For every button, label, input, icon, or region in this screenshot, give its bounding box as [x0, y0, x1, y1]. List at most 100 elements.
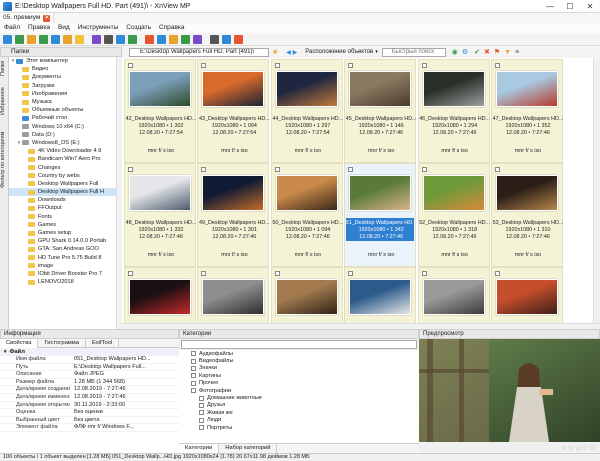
property-row[interactable]: Описание Файл JPEG	[0, 371, 179, 379]
thumbnail-checkbox[interactable]	[421, 167, 427, 172]
tree-node[interactable]: HD Tune Pro 5.75 Build 8	[9, 254, 121, 262]
thumbnail-checkbox[interactable]	[495, 167, 500, 172]
thumbnail-item[interactable]: 50_Desktop Wallpapers HD... 1920x1080 • 1…	[270, 163, 343, 267]
property-row[interactable]: Дата/время изменения 12.08.2019 - 7:27:46	[0, 394, 179, 402]
thumbnail-vertical-scrollbar[interactable]	[593, 58, 600, 323]
menu-create[interactable]: Создать	[122, 23, 155, 33]
tab-categories[interactable]: Категории	[179, 444, 220, 453]
property-row[interactable]: Размер файла 1.28 МБ (1 344 568)	[0, 379, 179, 387]
category-checkbox[interactable]	[199, 395, 204, 401]
category-item[interactable]: Прочее	[179, 380, 419, 387]
side-tab-category-filter[interactable]: Фильтр по категориям	[0, 125, 9, 195]
tab-exiftool[interactable]: ExifTool	[86, 338, 120, 348]
thumbnail-checkbox[interactable]	[348, 167, 354, 172]
category-checkbox[interactable]	[199, 425, 204, 431]
delete-icon[interactable]: ✖	[484, 48, 490, 56]
thumbnail-item[interactable]: 54_Desktop Wallpapers HD...1920x1080 • 1…	[124, 267, 196, 323]
tab-properties[interactable]: Свойства	[0, 338, 39, 348]
menu-tools[interactable]: Инструменты	[74, 23, 123, 33]
category-checkbox[interactable]	[199, 402, 204, 408]
category-checkbox[interactable]	[199, 417, 204, 423]
tree-node[interactable]: Bandicam Win7 Aero Pro	[9, 155, 121, 163]
thumbnail-item[interactable]: 49_Desktop Wallpapers HD... 1920x1080 • 1…	[197, 163, 270, 267]
thumbnail-item[interactable]: 48_Desktop Wallpapers HD... 1920x1080 • 1…	[124, 163, 196, 267]
back-icon[interactable]	[39, 34, 48, 44]
tree-node[interactable]: Рабочий стол	[9, 114, 121, 122]
tag-icon[interactable]	[193, 34, 202, 44]
rating-stars[interactable]: ☆☆☆☆☆	[510, 443, 600, 452]
thumbnail-checkbox[interactable]	[274, 167, 280, 172]
tree-node[interactable]: Games setup	[9, 229, 121, 237]
menu-file[interactable]: Файл	[0, 23, 24, 33]
favorite-star-icon[interactable]: ★	[272, 48, 278, 56]
home-icon[interactable]	[3, 34, 12, 44]
tools-icon[interactable]	[234, 34, 243, 44]
categories-search-input[interactable]	[181, 340, 417, 349]
property-row[interactable]: Имя файла 051_Desktop Wallpapers HD...	[0, 356, 179, 364]
tree-node[interactable]: Desktop Wallpapers Full H	[9, 188, 121, 197]
tree-node[interactable]: Видео	[9, 65, 121, 73]
category-item[interactable]: Люди	[179, 417, 419, 424]
thumbnail-item[interactable]: 59_Desktop Wallpapers HD...1920x1080 • 1…	[491, 267, 563, 323]
nav-arrows-icon[interactable]: ◀ ▶	[286, 49, 297, 56]
close-tab-icon[interactable]: ✕	[43, 14, 51, 22]
path-input[interactable]: E:\Desktop Wallpapers Full HD. Part (491…	[129, 47, 269, 57]
thumbnail-item[interactable]: 47_Desktop Wallpapers HD... 1920x1080 • 1…	[491, 59, 563, 163]
category-item[interactable]: Видеофайлы	[179, 357, 419, 364]
checkmark-icon[interactable]: ✔	[474, 48, 480, 56]
category-item[interactable]: Портреты	[179, 424, 419, 431]
thumbnail-checkbox[interactable]	[348, 63, 354, 68]
category-checkbox[interactable]	[191, 388, 196, 394]
property-row[interactable]: Путь E:\Desktop Wallpapers Full...	[0, 364, 179, 372]
filter-icon[interactable]: ▼	[504, 49, 511, 56]
tree-node[interactable]: Объемные объекты	[9, 106, 121, 114]
tree-node[interactable]: ▾ Этот компьютер	[9, 57, 121, 65]
tree-node[interactable]: 4K Video Downloader 4.9	[9, 147, 121, 155]
category-item[interactable]: Аудиофайлы	[179, 350, 419, 357]
property-row[interactable]: Элемент файла ФЛФ rmr f/ Windows F...	[0, 424, 179, 432]
settings-icon[interactable]: ⚙	[462, 48, 468, 56]
category-checkbox[interactable]	[191, 380, 196, 386]
tree-node[interactable]: FFOutput	[9, 204, 121, 212]
tree-node[interactable]: Desktop Wallpapers Full	[9, 180, 121, 188]
category-item[interactable]: Картины	[179, 372, 419, 379]
tree-node[interactable]: Fonts	[9, 213, 121, 221]
tree-node[interactable]: ▾ Windows8_OS (E:)	[9, 139, 121, 147]
tree-node[interactable]: Games	[9, 221, 121, 229]
thumbnail-item[interactable]: 52_Desktop Wallpapers HD... 1920x1080 • 1…	[417, 163, 490, 267]
category-item[interactable]: Живая же	[179, 409, 419, 416]
tree-node[interactable]: Changes	[9, 163, 121, 171]
thumbnail-checkbox[interactable]	[421, 63, 427, 68]
tree-node[interactable]: Изображения	[9, 90, 121, 98]
section-file[interactable]: ▾ Файл	[0, 348, 179, 356]
tree-node[interactable]: LENOVO2018	[9, 278, 121, 286]
category-checkbox[interactable]	[191, 373, 196, 379]
tree-node[interactable]: Документы	[9, 73, 121, 81]
category-item[interactable]: Значки	[179, 365, 419, 372]
layout-icon[interactable]	[116, 34, 125, 44]
thumbnail-checkbox[interactable]	[128, 167, 133, 172]
tree-node[interactable]: image	[9, 262, 121, 270]
thumbnail-checkbox[interactable]	[495, 271, 500, 276]
sort-icon[interactable]	[145, 34, 154, 44]
quick-search-input[interactable]: Быстрый поиск	[381, 47, 446, 57]
forward-icon[interactable]	[51, 34, 60, 44]
menu-help[interactable]: Справка	[155, 23, 189, 33]
refresh-icon[interactable]	[27, 34, 36, 44]
thumbnail-item[interactable]: 42_Desktop Wallpapers HD... 1920x1080 • 1…	[124, 59, 196, 163]
minimize-button[interactable]: —	[540, 0, 560, 13]
property-row[interactable]: Оценка Без оценки	[0, 409, 179, 417]
favorites-icon[interactable]	[75, 34, 84, 44]
tree-node[interactable]: Музыка	[9, 98, 121, 106]
compare-icon[interactable]	[181, 34, 190, 44]
thumbnail-item[interactable]: 46_Desktop Wallpapers HD... 1920x1080 • 1…	[417, 59, 490, 163]
tab-category-sets[interactable]: Набор категорий	[219, 444, 278, 453]
thumbnail-checkbox[interactable]	[201, 167, 207, 172]
sort-icon[interactable]: ≡	[515, 49, 519, 56]
filter-icon[interactable]	[92, 34, 101, 44]
category-checkbox[interactable]	[199, 410, 204, 416]
thumbnail-checkbox[interactable]	[201, 63, 207, 68]
menu-edit[interactable]: Правка	[24, 23, 54, 33]
flag-icon[interactable]: ⚑	[494, 48, 500, 56]
category-checkbox[interactable]	[191, 365, 196, 371]
